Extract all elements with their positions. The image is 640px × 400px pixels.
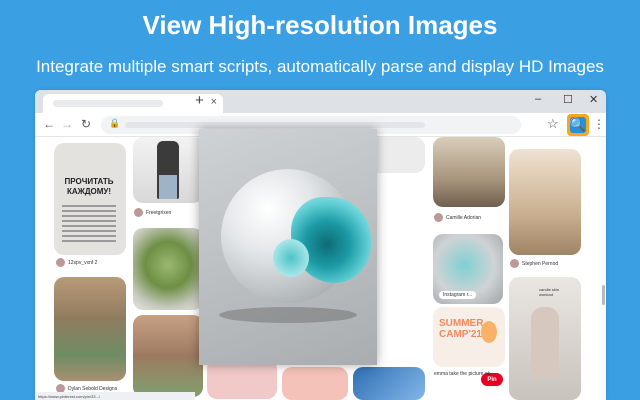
pin-room[interactable] (133, 315, 203, 397)
lock-icon: 🔒 (109, 118, 121, 128)
subline: Integrate multiple smart scripts, automa… (36, 57, 604, 76)
pin-summer-camp[interactable]: SUMMER CAMP'21 (433, 307, 505, 367)
menu-icon[interactable]: ⋮ (593, 117, 605, 131)
maximize-icon[interactable]: ☐ (563, 93, 573, 106)
tab-title (53, 100, 163, 107)
hd-image-preview[interactable] (199, 129, 377, 365)
tab-strip: × + – ☐ ✕ (35, 90, 606, 113)
bookmark-star-icon[interactable]: ☆ (547, 116, 559, 132)
headline: View High-resolution Images (142, 10, 498, 40)
reload-icon[interactable]: ↻ (81, 117, 91, 131)
pin-caption: emma take the picture ok (434, 371, 491, 377)
pin-poster[interactable]: ПРОЧИТАТЬ КАЖДОМУ! (54, 143, 126, 255)
pin-user[interactable]: 12spv_vxnf 2 (56, 258, 97, 267)
sphere-render (221, 169, 371, 303)
sphere-shadow (219, 307, 357, 323)
poster-title: ПРОЧИТАТЬ КАЖДОМУ! (64, 177, 114, 196)
url-text (125, 122, 425, 128)
pin-candles[interactable] (509, 149, 581, 255)
mirror-caption: candle skin workout (539, 287, 560, 297)
scrollbar-thumb[interactable] (602, 285, 605, 305)
pin-card-link[interactable]: Instagram r... (439, 291, 477, 299)
pin-living-room[interactable] (433, 137, 505, 207)
new-tab-button[interactable]: + (195, 92, 204, 109)
forward-icon[interactable]: → (61, 117, 73, 131)
summer-line2: CAMP'21 (439, 329, 482, 340)
pin-blue[interactable] (353, 367, 425, 400)
minimize-icon[interactable]: – (535, 93, 541, 105)
pin-peach[interactable] (282, 367, 348, 400)
pin-user[interactable]: Freetgrixen (134, 208, 171, 217)
pin-mirror[interactable]: candle skin workout (509, 277, 581, 400)
magnifier-extension-icon[interactable]: 🔍 (567, 114, 589, 136)
pin-pink[interactable] (207, 359, 277, 399)
crystal-highlight (273, 239, 309, 277)
pin-matcha[interactable] (133, 228, 203, 310)
pin-fashion[interactable] (133, 137, 203, 203)
status-url: https://www.pinterest.com/pin/33.../ (35, 392, 195, 400)
summer-line1: SUMMER (439, 318, 484, 329)
pin-user[interactable]: Camille Adorian (434, 213, 481, 222)
close-tab-icon[interactable]: × (211, 96, 217, 108)
close-window-icon[interactable]: ✕ (589, 93, 598, 106)
scrollbar-track[interactable] (601, 137, 606, 400)
pin-user[interactable]: Stephen Pernod (510, 259, 558, 268)
pin-sunroom[interactable] (54, 277, 126, 381)
back-icon[interactable]: ← (43, 117, 55, 131)
